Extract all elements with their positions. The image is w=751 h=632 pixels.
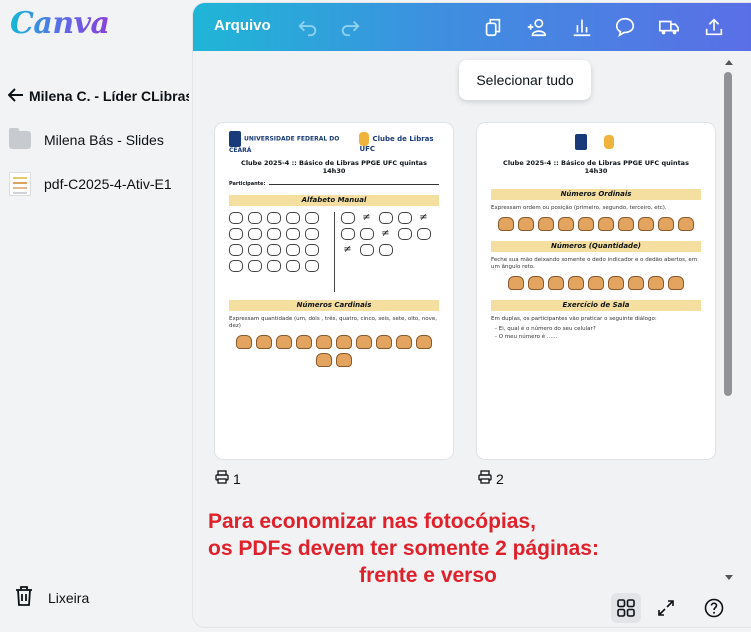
- alphabet-signs: ≠ ≠ ≠ ≠: [229, 212, 439, 292]
- section-heading: Números (Quantidade): [491, 241, 701, 252]
- dialog-line: - O meu número é ......: [495, 334, 558, 340]
- scroll-down-arrow[interactable]: [725, 575, 733, 580]
- doc-header: [491, 131, 701, 153]
- folder-icon: [8, 128, 32, 152]
- duplicate-icon[interactable]: [481, 15, 505, 39]
- section-heading: Números Ordinais: [491, 189, 701, 200]
- back-label: Milena C. - Líder CLibras: [29, 88, 189, 104]
- chart-icon[interactable]: [570, 15, 594, 39]
- doc-title: Clube 2025-4 :: Básico de Libras PPGE UF…: [241, 159, 427, 175]
- ufc-logo: UNIVERSIDADE FEDERAL DO CEARÁ: [229, 130, 345, 154]
- truck-icon[interactable]: [657, 15, 681, 39]
- sidebar: Canva Milena C. - Líder CLibras Milena B…: [0, 0, 193, 632]
- upload-icon[interactable]: [702, 15, 726, 39]
- section-heading: Números Cardinais: [229, 300, 439, 311]
- sidebar-item-label: pdf-C2025-4-Ativ-E1: [44, 176, 172, 192]
- page-thumbnail-1[interactable]: UNIVERSIDADE FEDERAL DO CEARÁ Clube de L…: [215, 123, 453, 459]
- doc-title: Clube 2025-4 :: Básico de Libras PPGE UF…: [503, 159, 689, 175]
- sidebar-item-pdf[interactable]: pdf-C2025-4-Ativ-E1: [8, 168, 190, 200]
- print-icon: [215, 470, 229, 487]
- section-heading: Exercício de Sala: [491, 300, 701, 311]
- notice-line-3: frente e verso: [359, 564, 497, 587]
- dialog-line: - Ei, qual é o número do seu celular?: [495, 326, 596, 332]
- section-text: Expressam quantidade (um, dois , três, q…: [229, 316, 437, 329]
- ufc-logo: [575, 134, 590, 150]
- canva-logo[interactable]: Canva: [10, 6, 110, 41]
- back-to-folder-button[interactable]: Milena C. - Líder CLibras: [7, 84, 190, 108]
- club-logo: [604, 135, 617, 149]
- section-text: Expressam ordem ou posição (primeiro, se…: [491, 205, 667, 211]
- trash-label: Lixeira: [48, 590, 90, 606]
- number-hands: [229, 335, 439, 367]
- section-text: Em duplas, os participantes vão praticar…: [491, 316, 657, 322]
- comment-icon[interactable]: [613, 15, 637, 39]
- participant-line: Participante:: [229, 181, 439, 187]
- select-all-tooltip: Selecionar tudo: [459, 60, 591, 100]
- sidebar-item-label: Milena Bás - Slides: [44, 132, 164, 148]
- print-icon: [478, 470, 492, 487]
- redo-icon[interactable]: [338, 15, 362, 39]
- ordinal-hands: [491, 217, 701, 231]
- page-number-2: 2: [478, 470, 504, 487]
- top-toolbar: Arquivo: [193, 3, 751, 51]
- notice-line-2: os PDFs devem ter somente 2 páginas:: [208, 537, 599, 560]
- trash-icon: [14, 585, 34, 612]
- vertical-scrollbar[interactable]: [721, 56, 735, 582]
- page-2-content: Clube 2025-4 :: Básico de Libras PPGE UF…: [477, 123, 715, 459]
- bottom-bar: [193, 587, 751, 627]
- page-thumbnail-2[interactable]: Clube 2025-4 :: Básico de Libras PPGE UF…: [477, 123, 715, 459]
- fullscreen-icon[interactable]: [651, 593, 681, 623]
- file-menu-button[interactable]: Arquivo: [214, 17, 271, 34]
- club-logo: Clube de Libras UFC: [359, 131, 439, 153]
- sidebar-item-folder[interactable]: Milena Bás - Slides: [8, 124, 190, 156]
- page-1-content: UNIVERSIDADE FEDERAL DO CEARÁ Clube de L…: [215, 123, 453, 459]
- section-heading: Alfabeto Manual: [229, 195, 439, 206]
- pdf-thumbnail: [8, 172, 32, 196]
- doc-header: UNIVERSIDADE FEDERAL DO CEARÁ Clube de L…: [229, 130, 439, 154]
- notice-line-1: Para economizar nas fotocópias,: [208, 510, 536, 533]
- scroll-thumb[interactable]: [724, 72, 732, 396]
- trash-button[interactable]: Lixeira: [14, 585, 90, 612]
- undo-icon[interactable]: [296, 15, 320, 39]
- section-text: Feche sua mão deixando somente o dedo in…: [491, 257, 698, 270]
- pages-panel: Arquivo Selecionar tudo UNIVERSIDADE FED…: [193, 3, 751, 627]
- notice-text: Para economizar nas fotocópias, os PDFs …: [193, 508, 663, 589]
- scroll-up-arrow[interactable]: [725, 60, 733, 65]
- help-icon[interactable]: [699, 593, 729, 623]
- page-number-1: 1: [215, 470, 241, 487]
- quantity-hands: [491, 276, 701, 290]
- arrow-left-icon: [7, 86, 26, 107]
- share-people-icon[interactable]: [525, 15, 549, 39]
- grid-view-icon[interactable]: [611, 593, 641, 623]
